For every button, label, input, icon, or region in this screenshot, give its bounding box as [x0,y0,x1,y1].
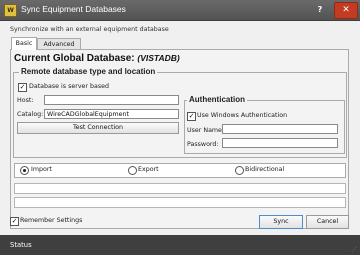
bidirectional-radio[interactable] [235,166,244,175]
test-connection-button[interactable]: Test Connection [17,122,179,134]
import-radio[interactable] [20,166,29,175]
host-input[interactable] [44,95,179,105]
title-bar: W Sync Equipment Databases ? ✕ [0,0,360,21]
windows-auth-label: Use Windows Authentication [197,112,288,119]
password-label: Password: [187,141,219,148]
remember-settings-checkbox[interactable]: ✓ [10,217,19,226]
status-bar: Status ⋰ [0,235,360,255]
authentication-title: Authentication [187,95,247,104]
cancel-button[interactable]: Cancel [306,215,349,229]
export-label: Export [138,166,159,173]
current-database-heading: Current Global Database: (VISTADB) [14,53,180,64]
app-icon: W [4,4,17,17]
windows-auth-checkbox[interactable]: ✓ [187,112,196,121]
password-input[interactable] [222,138,338,148]
username-input[interactable] [222,124,338,134]
database-name: (VISTADB) [137,53,180,63]
tab-basic[interactable]: Basic [11,37,37,50]
resize-grip-icon[interactable]: ⋰ [351,246,357,253]
export-radio[interactable] [128,166,137,175]
catalog-label: Catalog: [17,111,44,118]
import-label: Import [31,166,52,173]
window-title: Sync Equipment Databases [21,4,126,14]
username-label: User Name: [187,127,225,134]
close-button[interactable]: ✕ [334,2,358,19]
bidirectional-label: Bidirectional [245,166,285,173]
host-label: Host: [17,97,34,104]
server-based-label: Database is server based [29,83,110,90]
sync-mode-group: Import Export Bidirectional [14,163,346,178]
database-title-prefix: Current Global Database: [14,53,135,64]
catalog-input[interactable]: WireCADGlobalEquipment [44,109,179,119]
progress-bar-2 [14,197,346,208]
help-button[interactable]: ? [314,4,326,16]
status-text: Status [10,241,32,249]
sync-button[interactable]: Sync [259,215,303,229]
remote-group-title: Remote database type and location [19,67,158,76]
dialog-subtitle: Synchronize with an external equipment d… [10,26,169,33]
remember-settings-label: Remember Settings [20,217,83,224]
server-based-checkbox[interactable]: ✓ [18,83,27,92]
progress-bar-1 [14,183,346,194]
